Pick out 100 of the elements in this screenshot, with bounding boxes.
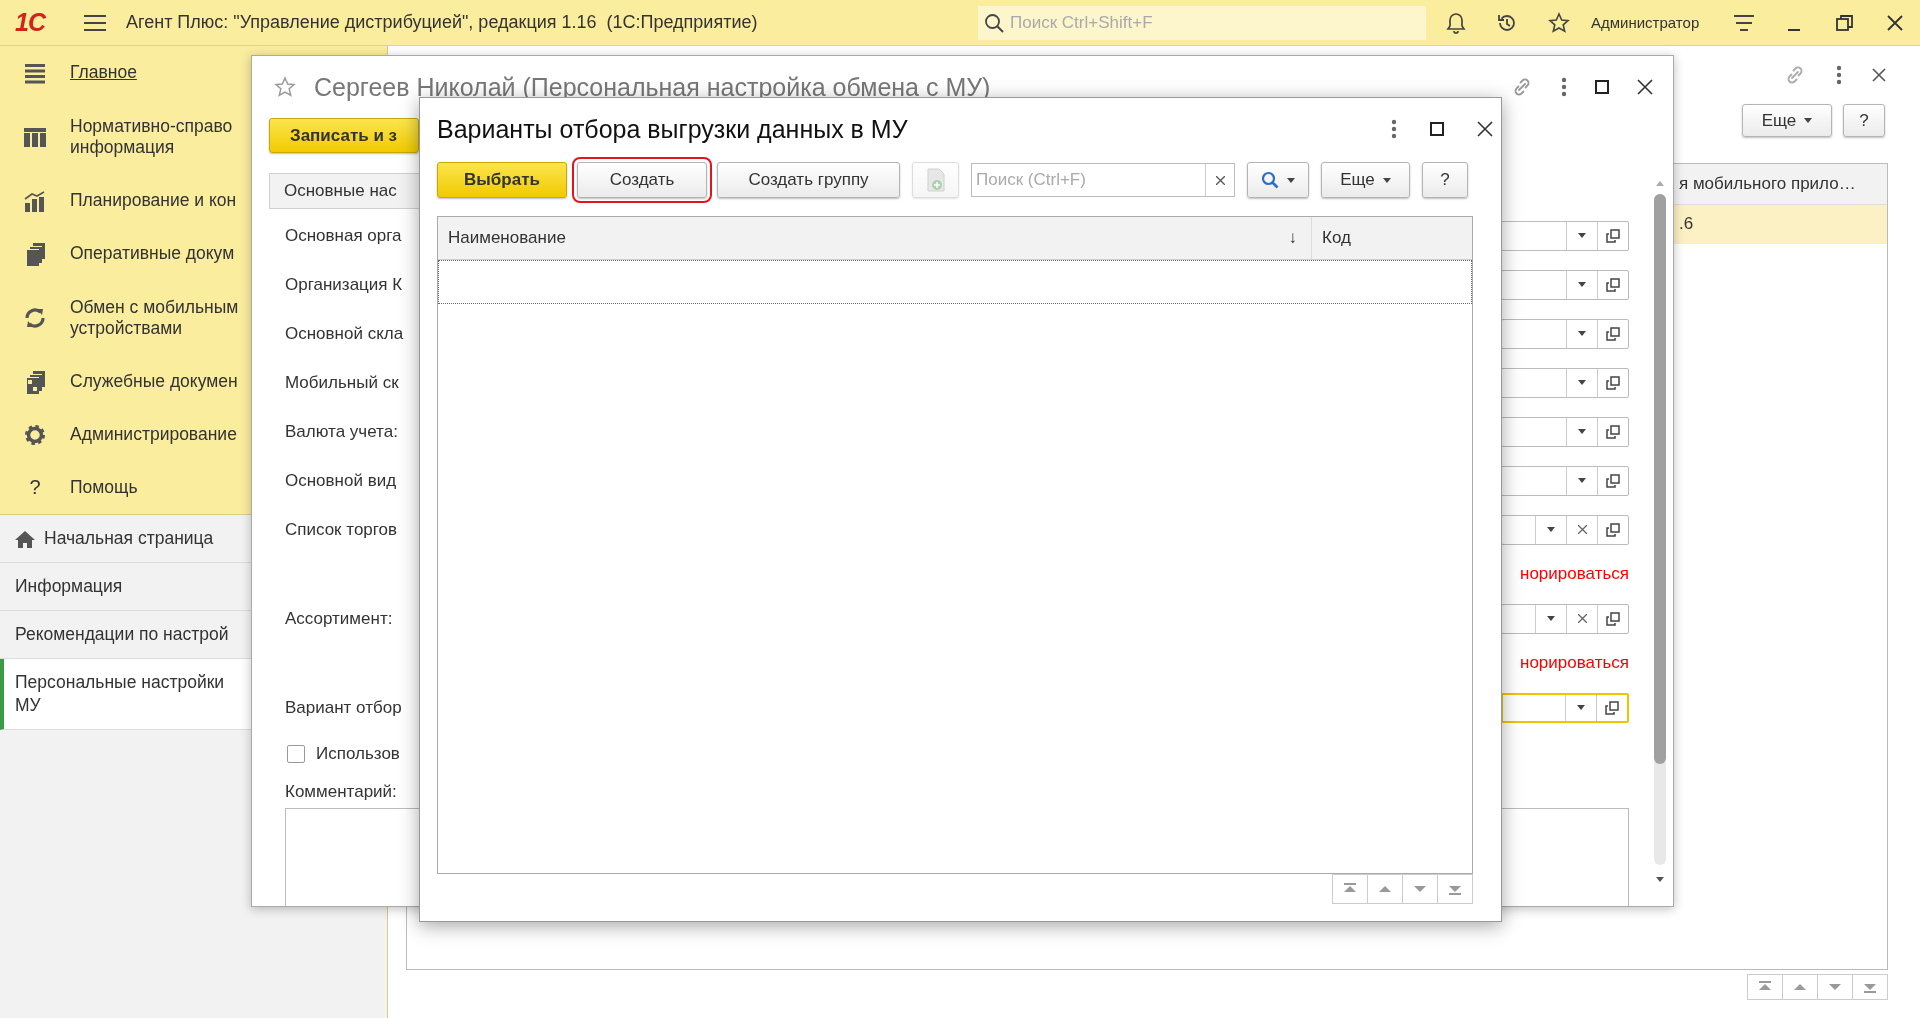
scroll-bottom-button[interactable] bbox=[1437, 874, 1473, 904]
caret-icon bbox=[1578, 331, 1586, 336]
sidebar-item[interactable]: Планирование и кон bbox=[0, 174, 251, 227]
create-button[interactable]: Создать bbox=[577, 162, 707, 198]
triangle-icon bbox=[1656, 877, 1664, 882]
caret-icon bbox=[1804, 118, 1813, 123]
open-icon[interactable] bbox=[1606, 277, 1620, 292]
open-icon[interactable] bbox=[1606, 326, 1620, 341]
restore-icon[interactable] bbox=[1836, 13, 1854, 32]
sidebar-item[interactable]: Оперативные докум bbox=[0, 227, 251, 280]
warning-text: норироваться bbox=[1520, 653, 1629, 673]
clear-icon[interactable] bbox=[1577, 525, 1587, 534]
caret-icon bbox=[1547, 527, 1555, 532]
choose-button[interactable]: Выбрать bbox=[437, 162, 567, 198]
logo: 1С bbox=[15, 8, 47, 37]
search-icon bbox=[984, 12, 1004, 33]
scroll-down-button[interactable] bbox=[1402, 874, 1438, 904]
search-field[interactable]: Поиск Ctrl+Shift+F bbox=[978, 5, 1426, 40]
menu-icon[interactable] bbox=[84, 13, 106, 32]
table-cell[interactable]: .6 bbox=[1673, 205, 1887, 243]
scroll-bottom-button[interactable] bbox=[1852, 974, 1888, 1000]
checkbox-label: Использов bbox=[316, 744, 400, 764]
search-field[interactable]: Поиск (Ctrl+F) bbox=[971, 163, 1235, 197]
caret-icon bbox=[1578, 233, 1586, 238]
search-button[interactable] bbox=[1247, 162, 1309, 198]
field-label: Основной скла bbox=[285, 323, 405, 344]
more-icon[interactable] bbox=[1561, 77, 1567, 97]
triangle-icon bbox=[1656, 181, 1664, 186]
filter-icon[interactable] bbox=[1734, 14, 1754, 31]
table-row[interactable] bbox=[438, 260, 1472, 304]
field-label: Список торгов bbox=[285, 519, 399, 540]
home-icon bbox=[15, 529, 35, 548]
document-plus-icon bbox=[925, 168, 946, 192]
open-icon[interactable] bbox=[1606, 473, 1620, 488]
sidebar-item[interactable]: ? Помощь bbox=[0, 461, 251, 514]
caret-icon bbox=[1577, 705, 1585, 710]
dropdown-field[interactable] bbox=[1501, 269, 1629, 300]
caret-icon bbox=[1578, 380, 1586, 385]
open-icon[interactable] bbox=[1606, 611, 1620, 626]
dropdown-field[interactable] bbox=[1501, 465, 1629, 496]
dropdown-field[interactable] bbox=[1501, 692, 1629, 723]
warning-text: норироваться bbox=[1520, 564, 1629, 584]
checkbox[interactable] bbox=[287, 745, 305, 763]
maximize-icon[interactable] bbox=[1430, 122, 1444, 136]
scroll-top-button[interactable] bbox=[1332, 874, 1368, 904]
open-icon[interactable] bbox=[1606, 228, 1620, 243]
close-icon[interactable] bbox=[1477, 121, 1493, 137]
field-label: Ассортимент: bbox=[285, 608, 394, 629]
user-name[interactable]: Администратор bbox=[1591, 14, 1711, 31]
field-label: Вариант отбор bbox=[285, 697, 403, 718]
caret-icon bbox=[1578, 282, 1586, 287]
more-button[interactable]: Еще bbox=[1321, 162, 1410, 198]
sidebar-item[interactable]: Служебные докумен bbox=[0, 355, 251, 408]
dropdown-field[interactable] bbox=[1501, 416, 1629, 447]
close-icon[interactable] bbox=[1887, 14, 1903, 31]
more-button[interactable]: Еще bbox=[1742, 104, 1832, 137]
search-icon bbox=[1261, 171, 1279, 189]
open-window-tab[interactable]: Начальная страница bbox=[0, 515, 251, 563]
dropdown-field[interactable] bbox=[1501, 318, 1629, 349]
dialog-title: Варианты отбора выгрузки данных в МУ bbox=[437, 114, 909, 144]
clear-icon[interactable] bbox=[1577, 614, 1587, 623]
open-window-tab[interactable]: Персональные настройки МУ bbox=[0, 659, 251, 730]
field-label: Организация К bbox=[285, 274, 404, 295]
sidebar-item[interactable]: Главное bbox=[0, 46, 251, 99]
bell-icon[interactable] bbox=[1446, 11, 1466, 34]
help-button[interactable]: ? bbox=[1843, 104, 1885, 137]
scroll-up-button[interactable] bbox=[1367, 874, 1403, 904]
dropdown-field[interactable] bbox=[1501, 220, 1629, 251]
close-icon[interactable] bbox=[1637, 79, 1653, 95]
open-icon[interactable] bbox=[1605, 700, 1619, 715]
sidebar-item[interactable]: Нормативно-справо информация bbox=[0, 99, 251, 174]
star-icon[interactable] bbox=[1548, 11, 1570, 34]
scroll-up-button[interactable] bbox=[1782, 974, 1818, 1000]
caret-icon bbox=[1578, 429, 1586, 434]
group-tab[interactable]: Основные нас bbox=[269, 173, 419, 209]
more-icon[interactable] bbox=[1836, 65, 1842, 85]
column-header[interactable]: Код bbox=[1322, 228, 1351, 248]
help-icon: ? bbox=[22, 476, 48, 499]
dropdown-field[interactable] bbox=[1501, 367, 1629, 398]
sidebar-item[interactable]: Обмен с мобильным устройствами bbox=[0, 280, 251, 355]
open-icon[interactable] bbox=[1606, 522, 1620, 537]
create-button[interactable]: Создать группу bbox=[717, 162, 900, 198]
maximize-icon[interactable] bbox=[1595, 80, 1609, 94]
column-header[interactable]: я мобильного прило… bbox=[1673, 164, 1887, 204]
save-button[interactable]: Записать и з bbox=[269, 118, 419, 153]
open-icon[interactable] bbox=[1606, 375, 1620, 390]
field-label: Мобильный ск bbox=[285, 372, 400, 393]
open-icon[interactable] bbox=[1606, 424, 1620, 439]
clear-icon[interactable] bbox=[1215, 175, 1225, 185]
close-icon[interactable] bbox=[1872, 68, 1886, 82]
scroll-top-button[interactable] bbox=[1747, 974, 1783, 1000]
column-header[interactable]: Наименование bbox=[448, 228, 566, 248]
dropdown-field[interactable] bbox=[1501, 514, 1629, 545]
star-icon[interactable] bbox=[274, 76, 296, 98]
dropdown-field[interactable] bbox=[1501, 603, 1629, 634]
scroll-down-button[interactable] bbox=[1817, 974, 1853, 1000]
sidebar-item[interactable]: Администрирование bbox=[0, 408, 251, 461]
more-icon[interactable] bbox=[1391, 119, 1397, 139]
caret-icon bbox=[1547, 616, 1555, 621]
help-button[interactable]: ? bbox=[1422, 162, 1468, 198]
